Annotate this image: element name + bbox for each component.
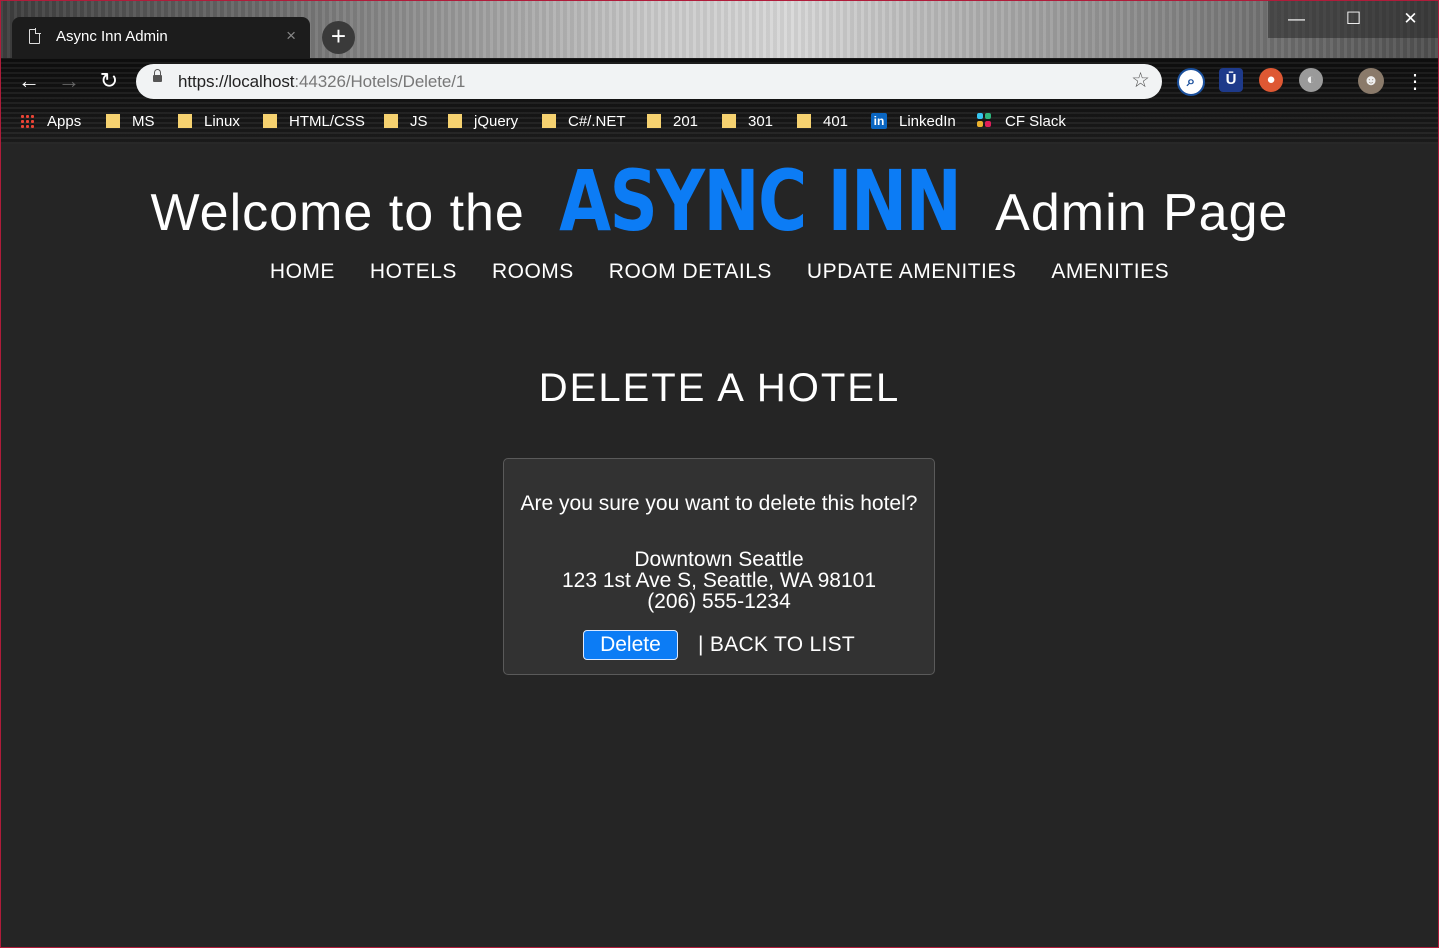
confirm-question: Are you sure you want to delete this hot… bbox=[520, 492, 918, 515]
url-text: https://localhost:44326/Hotels/Delete/1 bbox=[178, 72, 465, 92]
welcome-suffix: Admin Page bbox=[995, 184, 1289, 242]
nav-home[interactable]: HOME bbox=[270, 260, 335, 284]
folder-icon bbox=[263, 114, 277, 128]
confirm-actions: Delete | BACK TO LIST bbox=[504, 630, 934, 660]
browser-chrome: Async Inn Admin × + — ☐ ✕ ← → ↻ https://… bbox=[0, 0, 1439, 144]
bookmark-csharp-dotnet[interactable]: C#/.NET bbox=[542, 108, 626, 134]
close-window-button[interactable]: ✕ bbox=[1382, 0, 1439, 38]
linkedin-icon: in bbox=[871, 113, 887, 129]
page-content: Welcome to the ASYNC INN Admin Page HOME… bbox=[0, 144, 1439, 948]
page-icon bbox=[29, 28, 41, 44]
folder-icon bbox=[448, 114, 462, 128]
main-nav: HOME HOTELS ROOMS ROOM DETAILS UPDATE AM… bbox=[0, 260, 1439, 284]
browser-menu-icon[interactable]: ⋮ bbox=[1405, 68, 1425, 96]
bookmark-301[interactable]: 301 bbox=[722, 108, 773, 134]
bookmark-401[interactable]: 401 bbox=[797, 108, 848, 134]
brand-logo: ASYNC INN bbox=[559, 152, 962, 250]
tab-close-icon[interactable]: × bbox=[286, 26, 296, 46]
hotel-details: Downtown Seattle 123 1st Ave S, Seattle,… bbox=[504, 549, 934, 612]
profile-avatar[interactable]: ☻ bbox=[1358, 68, 1384, 94]
minimize-button[interactable]: — bbox=[1268, 0, 1325, 38]
bookmarks-bar: Apps MS Linux HTML/CSS JS jQuery C#/.NET… bbox=[0, 108, 1439, 136]
shield-extension-icon[interactable]: Ū bbox=[1219, 68, 1243, 92]
folder-icon bbox=[106, 114, 120, 128]
apps-grid-icon bbox=[20, 113, 35, 129]
back-to-list-link[interactable]: | BACK TO LIST bbox=[698, 633, 855, 657]
bookmark-html-css[interactable]: HTML/CSS bbox=[263, 108, 365, 134]
folder-icon bbox=[797, 114, 811, 128]
bookmark-js[interactable]: JS bbox=[384, 108, 428, 134]
bookmark-apps[interactable]: Apps bbox=[20, 108, 81, 134]
url-host: https://localhost bbox=[178, 72, 295, 91]
address-bar[interactable]: https://localhost:44326/Hotels/Delete/1 … bbox=[136, 64, 1162, 99]
nav-rooms[interactable]: ROOMS bbox=[492, 260, 574, 284]
url-path: :44326/Hotels/Delete/1 bbox=[294, 72, 466, 91]
slack-icon bbox=[977, 113, 993, 129]
search-extension-icon[interactable]: ⌕ bbox=[1177, 68, 1205, 96]
welcome-prefix: Welcome to the bbox=[150, 184, 525, 242]
bookmark-star-icon[interactable]: ☆ bbox=[1131, 68, 1150, 93]
folder-icon bbox=[178, 114, 192, 128]
tab-title: Async Inn Admin bbox=[56, 28, 168, 45]
new-tab-button[interactable]: + bbox=[322, 21, 355, 54]
nav-room-details[interactable]: ROOM DETAILS bbox=[609, 260, 772, 284]
site-header: Welcome to the ASYNC INN Admin Page bbox=[0, 152, 1439, 250]
bookmark-ms[interactable]: MS bbox=[106, 108, 155, 134]
hotel-phone: (206) 555-1234 bbox=[647, 590, 791, 613]
folder-icon bbox=[542, 114, 556, 128]
delete-button[interactable]: Delete bbox=[582, 630, 678, 660]
bookmark-linkedin[interactable]: in LinkedIn bbox=[871, 108, 956, 134]
nav-amenities[interactable]: AMENITIES bbox=[1051, 260, 1169, 284]
bookmark-201[interactable]: 201 bbox=[647, 108, 698, 134]
folder-icon bbox=[647, 114, 661, 128]
forward-button[interactable]: → bbox=[56, 68, 82, 94]
back-button[interactable]: ← bbox=[16, 68, 42, 94]
maximize-button[interactable]: ☐ bbox=[1325, 0, 1382, 38]
nav-hotels[interactable]: HOTELS bbox=[370, 260, 457, 284]
nav-update-amenities[interactable]: UPDATE AMENITIES bbox=[807, 260, 1016, 284]
folder-icon bbox=[722, 114, 736, 128]
bookmark-jquery[interactable]: jQuery bbox=[448, 108, 518, 134]
folder-icon bbox=[384, 114, 398, 128]
page-title: DELETE A HOTEL bbox=[538, 366, 901, 410]
bookmark-linux[interactable]: Linux bbox=[178, 108, 240, 134]
hotel-address: 123 1st Ave S, Seattle, WA 98101 bbox=[561, 569, 877, 592]
browser-tab[interactable]: Async Inn Admin × bbox=[12, 17, 310, 58]
delete-confirm-card: Are you sure you want to delete this hot… bbox=[503, 458, 935, 675]
duckduckgo-extension-icon[interactable]: ● bbox=[1259, 68, 1283, 92]
window-controls: — ☐ ✕ bbox=[1268, 0, 1439, 38]
hotel-name: Downtown Seattle bbox=[634, 548, 804, 571]
cookie-extension-icon[interactable]: ◐ bbox=[1299, 68, 1323, 92]
reload-button[interactable]: ↻ bbox=[96, 68, 122, 94]
lock-icon bbox=[153, 69, 162, 82]
bookmark-cf-slack[interactable]: CF Slack bbox=[977, 108, 1066, 134]
